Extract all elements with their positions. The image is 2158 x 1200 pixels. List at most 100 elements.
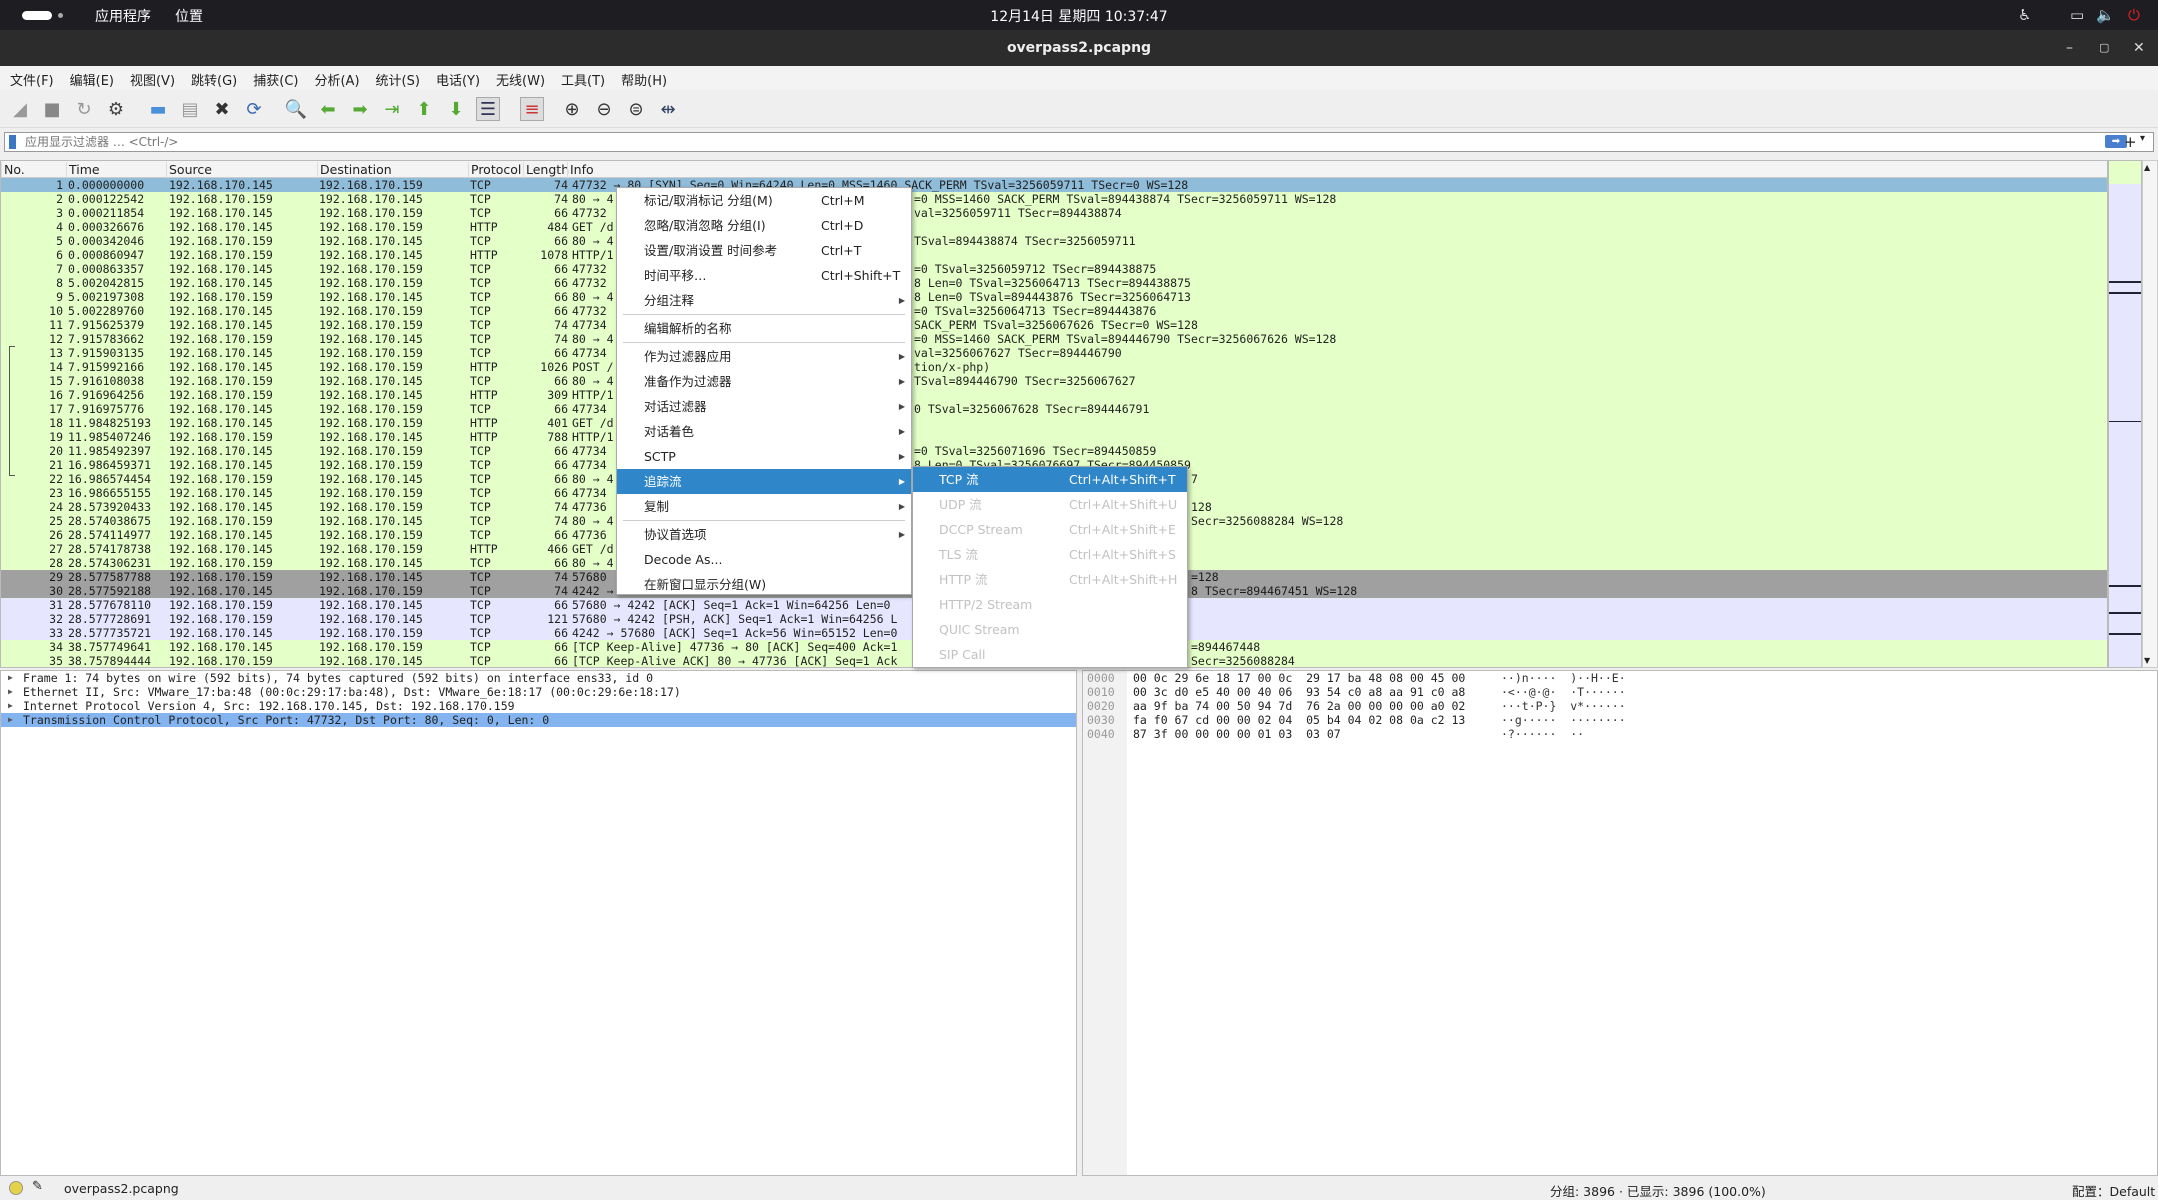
packet-row[interactable]: 4 0.000326676 192.168.170.145 192.168.170.1… [1,220,2107,234]
stop-capture-icon[interactable]: ■ [40,97,64,121]
byte-hex[interactable]: 00 0c 29 6e 18 17 00 0c 29 17 ba 48 08 0… [1133,671,1465,685]
close-button[interactable]: ✕ [2133,30,2145,66]
minimize-button[interactable]: – [2066,30,2073,66]
packet-row[interactable]: 13 7.915903135 192.168.170.145 192.168.170.… [1,346,2107,360]
volume-icon[interactable]: 🔈 [2096,6,2115,24]
follow-stream-item[interactable]: QUIC Stream [913,617,1187,642]
context-menu-item[interactable]: 标记/取消标记 分组(M) Ctrl+M [617,188,911,213]
follow-stream-item[interactable]: DCCP Stream Ctrl+Alt+Shift+E [913,517,1187,542]
detail-tree-item[interactable]: ▶ Ethernet II, Src: VMware_17:ba:48 (00:0… [1,685,1076,699]
bookmark-icon[interactable] [9,135,16,149]
packet-row[interactable]: 2 0.000122542 192.168.170.159 192.168.170.1… [1,192,2107,206]
menu-1[interactable]: 编辑(E) [60,66,114,89]
menu-10[interactable]: 帮助(H) [611,66,667,89]
scroll-up-icon[interactable]: ▲ [2144,163,2150,172]
column-header-no[interactable]: No. [1,162,25,178]
add-filter-button[interactable]: + [2124,133,2137,151]
menu-7[interactable]: 电话(Y) [426,66,480,89]
expand-arrow-icon[interactable]: ▶ [8,713,13,727]
autoscroll-icon[interactable]: ☰ [476,97,500,121]
column-header-length[interactable]: Length [523,162,569,178]
packet-row[interactable]: 9 5.002197308 192.168.170.159 192.168.170.1… [1,290,2107,304]
save-file-icon[interactable]: ▤ [178,97,202,121]
menu-0[interactable]: 文件(F) [0,66,54,89]
packet-minimap[interactable] [2108,160,2142,668]
menu-2[interactable]: 视图(V) [120,66,175,89]
zoom-out-icon[interactable]: ⊖ [592,97,616,121]
context-menu-item[interactable]: 在新窗口显示分组(W) [617,572,911,597]
context-menu-item[interactable]: 准备作为过滤器 ▶ [617,369,911,394]
context-menu-item[interactable]: 设置/取消设置 时间参考 Ctrl+T [617,238,911,263]
byte-ascii[interactable]: ··)n···· )··H··E· [1501,671,1626,685]
close-file-icon[interactable]: ✖ [210,97,234,121]
follow-stream-item[interactable]: UDP 流 Ctrl+Alt+Shift+U [913,492,1187,517]
follow-stream-item[interactable]: HTTP 流 Ctrl+Alt+Shift+H [913,567,1187,592]
byte-hex[interactable]: 87 3f 00 00 00 00 01 03 03 07 [1133,727,1465,741]
packet-row[interactable]: 16 7.916964256 192.168.170.159 192.168.170.… [1,388,2107,402]
maximize-button[interactable]: ▢ [2099,30,2109,66]
packet-row[interactable]: 15 7.916108038 192.168.170.159 192.168.170.… [1,374,2107,388]
context-menu-item[interactable]: 编辑解析的名称 [617,316,911,341]
menu-8[interactable]: 无线(W) [486,66,545,89]
context-menu-item[interactable]: SCTP ▶ [617,444,911,469]
context-menu-item[interactable]: Decode As... [617,547,911,572]
menu-4[interactable]: 捕获(C) [243,66,298,89]
zoom-normal-icon[interactable]: ⊜ [624,97,648,121]
display-filter-input[interactable] [25,134,2025,150]
column-header-info[interactable]: Info [567,162,594,178]
context-menu-item[interactable]: 忽略/取消忽略 分组(I) Ctrl+D [617,213,911,238]
expert-info-icon[interactable] [9,1181,23,1195]
byte-ascii[interactable]: ·<··@·@· ·T······ [1501,685,1626,699]
packet-row[interactable]: 1 0.000000000 192.168.170.145 192.168.170.1… [1,178,2107,192]
packet-row[interactable]: 7 0.000863357 192.168.170.145 192.168.170.1… [1,262,2107,276]
scroll-down-icon[interactable]: ▼ [2144,656,2150,665]
packet-row[interactable]: 11 7.915625379 192.168.170.145 192.168.170.… [1,318,2107,332]
context-menu-item[interactable]: 时间平移… Ctrl+Shift+T [617,263,911,288]
context-menu-item[interactable]: 复制 ▶ [617,494,911,519]
packet-row[interactable]: 17 7.916975776 192.168.170.145 192.168.170.… [1,402,2107,416]
clock[interactable]: 12月14日 星期四 10:37:47 [0,6,2158,26]
packet-row[interactable]: 12 7.915783662 192.168.170.159 192.168.170.… [1,332,2107,346]
byte-ascii[interactable]: ··g····· ········ [1501,713,1626,727]
packet-row[interactable]: 6 0.000860947 192.168.170.159 192.168.170.1… [1,248,2107,262]
packet-row[interactable]: 19 11.985407246 192.168.170.159 192.168.170… [1,430,2107,444]
packet-row[interactable]: 14 7.915992166 192.168.170.145 192.168.170.… [1,360,2107,374]
column-header-source[interactable]: Source [166,162,212,178]
byte-ascii[interactable]: ···t·P·} v*······ [1501,699,1626,713]
go-forward-icon[interactable]: ➡ [348,97,372,121]
find-packet-icon[interactable]: 🔍 [284,97,308,121]
first-packet-icon[interactable]: ⬆ [412,97,436,121]
column-header-protocol[interactable]: Protocol [468,162,521,178]
detail-tree-item[interactable]: ▶ Internet Protocol Version 4, Src: 192.1… [1,699,1076,713]
resize-columns-icon[interactable]: ⇹ [656,97,680,121]
filter-history-dropdown-icon[interactable]: ▾ [2140,133,2145,144]
start-capture-icon[interactable]: ◢ [8,97,32,121]
go-to-packet-icon[interactable]: ⇥ [380,97,404,121]
context-menu-item[interactable]: 协议首选项 ▶ [617,522,911,547]
context-menu-item[interactable]: 对话着色 ▶ [617,419,911,444]
packet-row[interactable]: 10 5.002289760 192.168.170.145 192.168.170.… [1,304,2107,318]
byte-hex[interactable]: fa f0 67 cd 00 00 02 04 05 b4 04 02 08 0… [1133,713,1465,727]
capture-comment-icon[interactable]: ✎ [32,1179,43,1194]
context-menu-item[interactable]: 对话过滤器 ▶ [617,394,911,419]
detail-tree-item[interactable]: ▶ Transmission Control Protocol, Src Port… [1,713,1076,727]
column-header-time[interactable]: Time [66,162,100,178]
zoom-in-icon[interactable]: ⊕ [560,97,584,121]
go-back-icon[interactable]: ⬅ [316,97,340,121]
packet-row[interactable]: 8 5.002042815 192.168.170.145 192.168.170.1… [1,276,2107,290]
byte-ascii[interactable]: ·?······ ·· [1501,727,1626,741]
follow-stream-item[interactable]: TLS 流 Ctrl+Alt+Shift+S [913,542,1187,567]
last-packet-icon[interactable]: ⬇ [444,97,468,121]
packet-list-scrollbar[interactable]: ▲ ▼ [2142,160,2158,668]
expand-arrow-icon[interactable]: ▶ [8,699,13,713]
power-icon[interactable]: ⏻ [2128,6,2140,24]
packet-row[interactable]: 5 0.000342046 192.168.170.159 192.168.170.1… [1,234,2107,248]
colorize-icon[interactable]: ≡ [520,97,544,121]
accessibility-icon[interactable]: ♿ [2018,6,2031,24]
packet-row[interactable]: 18 11.984825193 192.168.170.145 192.168.170… [1,416,2107,430]
packet-row[interactable]: 3 0.000211854 192.168.170.145 192.168.170.1… [1,206,2107,220]
follow-stream-item[interactable]: SIP Call [913,642,1187,667]
packet-row[interactable]: 20 11.985492397 192.168.170.145 192.168.170… [1,444,2107,458]
menu-6[interactable]: 统计(S) [366,66,420,89]
menu-3[interactable]: 跳转(G) [181,66,237,89]
